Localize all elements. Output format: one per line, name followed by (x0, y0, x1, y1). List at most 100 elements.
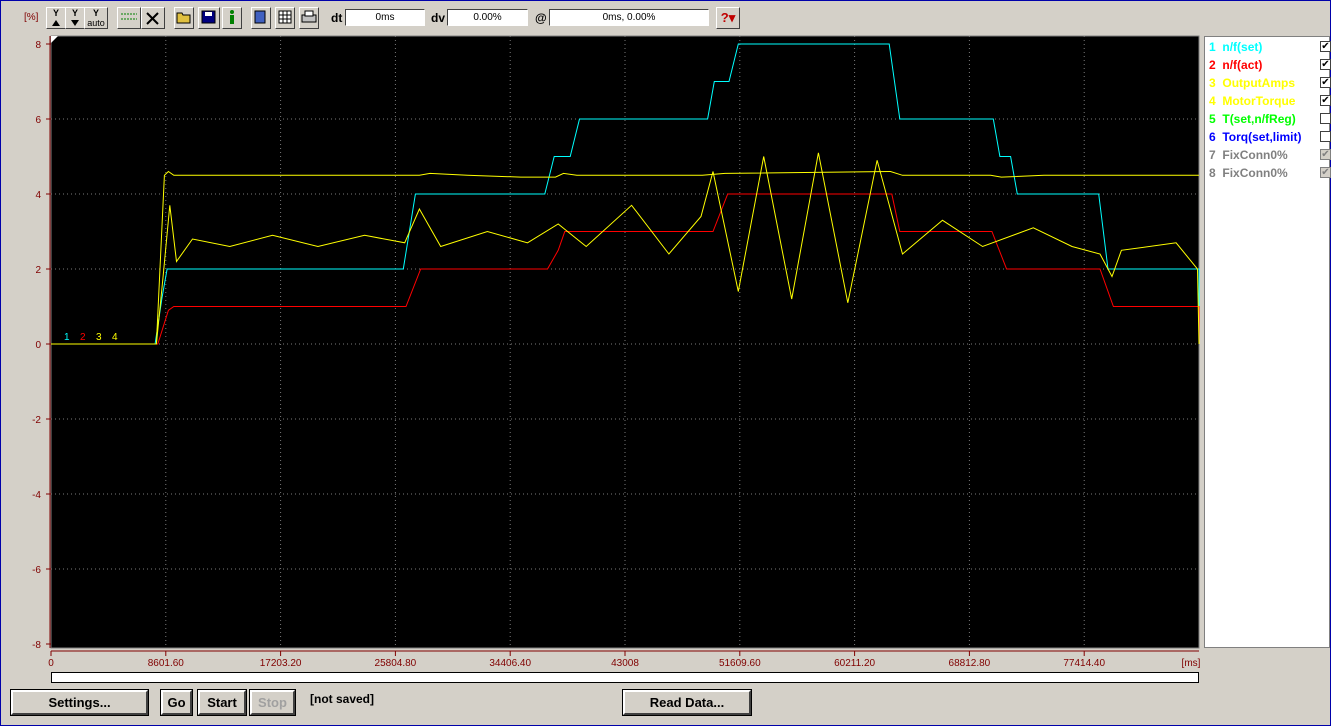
dt-label: dt (331, 11, 343, 25)
x-tick-label: 60211.20 (834, 658, 875, 669)
legend-checkbox[interactable]: ✔ (1320, 95, 1331, 106)
legend-item-3[interactable]: 3 OutputAmps ✔ (1205, 75, 1331, 91)
printer-icon (301, 10, 317, 23)
y-auto-button[interactable]: Yauto (84, 7, 108, 29)
grid-lines-icon (121, 13, 137, 20)
dv-label: dv (431, 11, 446, 25)
go-button[interactable]: Go (160, 689, 193, 716)
legend-checkbox[interactable] (1320, 113, 1331, 124)
legend-item-4[interactable]: 4 MotorTorque ✔ (1205, 93, 1331, 109)
dv-field[interactable]: 0.00% (447, 9, 528, 26)
copy-button[interactable] (251, 7, 271, 29)
legend-label: 8 FixConn0% (1209, 166, 1288, 180)
legend-number: 8 (1209, 166, 1216, 180)
y-label: Y (71, 8, 78, 18)
legend-name: FixConn0% (1222, 148, 1288, 162)
x-tick-label: 34406.40 (489, 658, 531, 669)
legend-label: 5 T(set,n/fReg) (1209, 112, 1296, 126)
legend-number: 3 (1209, 76, 1216, 90)
floppy-disk-icon (201, 10, 216, 24)
save-status: [not saved] (310, 692, 375, 706)
legend-item-6[interactable]: 6 Torq(set,limit) (1205, 129, 1331, 145)
x-tick-label: 0 (48, 658, 54, 669)
legend-name: n/f(act) (1222, 58, 1263, 72)
info-button[interactable] (222, 7, 242, 29)
x-tick-label: 68812.80 (949, 658, 991, 669)
table-button[interactable] (275, 7, 295, 29)
x-tick-label: 25804.80 (375, 658, 417, 669)
legend-item-1[interactable]: 1 n/f(set) ✔ (1205, 39, 1331, 55)
x-tick-label: 51609.60 (719, 658, 761, 669)
arrow-down-icon (71, 20, 79, 26)
x-tick-label: 43008 (611, 658, 639, 669)
time-scrollbar[interactable] (51, 672, 1199, 683)
chart-area[interactable]: 86420-2-4-6-8 0 8601.60 17203.20 25804.80 34… (0, 34, 1331, 674)
dt-field[interactable]: 0ms (345, 9, 425, 26)
legend-panel: 1 n/f(set) ✔ 2 n/f(act) ✔ 3 OutputAmps ✔ 4 Mot… (1204, 36, 1331, 648)
legend-checkbox[interactable]: ✔ (1320, 59, 1331, 70)
y-tick-label: 0 (35, 340, 41, 351)
legend-number: 4 (1209, 94, 1216, 108)
legend-checkbox[interactable]: ✔ (1320, 41, 1331, 52)
legend-label: 3 OutputAmps (1209, 76, 1295, 90)
trace-number-label: 4 (112, 332, 118, 343)
help-button[interactable]: ?▾ (716, 7, 740, 29)
save-button[interactable] (198, 7, 220, 29)
start-button[interactable]: Start (197, 689, 247, 716)
legend-name: Torq(set,limit) (1222, 130, 1302, 144)
y-zoom-out-button[interactable]: Y (65, 7, 85, 29)
legend-label: 6 Torq(set,limit) (1209, 130, 1301, 144)
x-axis: 0 8601.60 17203.20 25804.80 34406.40 43008 516… (48, 650, 1201, 669)
open-button[interactable] (174, 7, 194, 29)
legend-label: 7 FixConn0% (1209, 148, 1288, 162)
legend-label: 4 MotorTorque (1209, 94, 1295, 108)
arrow-up-icon (52, 20, 60, 26)
y-tick-label: 2 (35, 265, 41, 276)
legend-name: n/f(set) (1222, 40, 1263, 54)
legend-item-7[interactable]: 7 FixConn0% ✔ (1205, 147, 1331, 163)
legend-checkbox[interactable]: ✔ (1320, 149, 1331, 160)
trace-number-label: 1 (64, 332, 70, 343)
clipboard-icon (254, 10, 266, 24)
y-tick-label: 8 (35, 40, 41, 51)
legend-item-5[interactable]: 5 T(set,n/fReg) (1205, 111, 1331, 127)
tools-button[interactable] (141, 7, 165, 29)
legend-number: 2 (1209, 58, 1216, 72)
y-tick-label: -4 (32, 490, 41, 501)
y-label: Y (92, 8, 99, 18)
legend-item-2[interactable]: 2 n/f(act) ✔ (1205, 57, 1331, 73)
x-tick-label: 17203.20 (260, 658, 302, 669)
trace-number-label: 2 (80, 332, 86, 343)
y-label: Y (52, 8, 59, 18)
legend-checkbox[interactable]: ✔ (1320, 77, 1331, 88)
read-data-button[interactable]: Read Data... (622, 689, 752, 716)
legend-name: T(set,n/fReg) (1222, 112, 1296, 126)
settings-button[interactable]: Settings... (10, 689, 149, 716)
cursor-position-field[interactable]: 0ms, 0.00% (549, 9, 709, 26)
x-tick-label: 8601.60 (148, 658, 185, 669)
print-button[interactable] (299, 7, 319, 29)
y-tick-label: 6 (35, 115, 41, 126)
legend-name: FixConn0% (1222, 166, 1288, 180)
y-tick-label: -8 (32, 640, 41, 651)
y-tick-label: -2 (32, 415, 41, 426)
y-zoom-in-button[interactable]: Y (46, 7, 66, 29)
legend-name: OutputAmps (1222, 76, 1296, 90)
x-unit-label: [ms] (1182, 658, 1201, 669)
help-icon: ?▾ (720, 10, 736, 25)
grid-toggle-button[interactable] (117, 7, 141, 29)
stop-button[interactable]: Stop (249, 689, 296, 716)
legend-checkbox[interactable]: ✔ (1320, 167, 1331, 178)
at-label: @ (535, 11, 547, 25)
legend-number: 1 (1209, 40, 1216, 54)
legend-label: 2 n/f(act) (1209, 58, 1262, 72)
legend-checkbox[interactable] (1320, 131, 1331, 142)
legend-number: 5 (1209, 112, 1216, 126)
hammer-wrench-icon (146, 12, 159, 25)
toolbar: [%] Y Y Yauto dt 0ms dv 0.00% @ 0ms, 0.0… (0, 7, 1331, 31)
folder-open-icon (176, 12, 191, 24)
legend-item-8[interactable]: 8 FixConn0% ✔ (1205, 165, 1331, 181)
trace-number-label: 3 (96, 332, 102, 343)
unit-label: [%] (24, 12, 39, 23)
legend-number: 7 (1209, 148, 1216, 162)
